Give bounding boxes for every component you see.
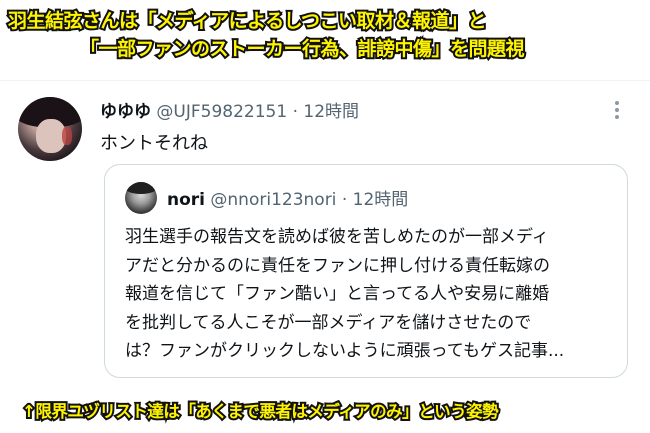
tweet-header: ゆゆゆ @UJF59822151 · 12時間: [100, 97, 359, 122]
quote-text-line: 報道を信じて「ファン酷い」と言ってる人や安易に離婚: [125, 284, 550, 304]
quote-text-line: アだと分かるのに責任をファンに押し付ける責任転嫁の: [125, 255, 550, 276]
quote-user-handle[interactable]: @nnori123nori: [210, 190, 336, 210]
quote-text-line: を批判してる人こそが一部メディアを儲けさせたので: [125, 312, 532, 333]
user-avatar[interactable]: [18, 97, 82, 161]
quote-tweet-card[interactable]: nori @nnori123nori · 12時間 羽生選手の報告文を読めば彼を…: [104, 164, 628, 378]
tweet-text: ホントそれね: [100, 133, 208, 154]
quote-text-line: 羽生選手の報告文を読めば彼を苦しめたのが一部メディ: [125, 227, 549, 247]
quote-text-line: は？ファンがクリックしないように頑張ってもゲス記事...: [125, 341, 565, 361]
more-vertical-icon[interactable]: [610, 99, 624, 121]
bottom-caption: ↑限界ユヅリスト達は「あくまで悪者はメディアのみ」という姿勢: [20, 400, 501, 423]
quote-header: nori @nnori123nori · 12時間: [167, 185, 408, 210]
avatar-accent-shape: [62, 127, 72, 145]
separator-dot: ·: [341, 190, 348, 210]
separator-dot: ·: [292, 102, 298, 122]
headline-caption-line-2: 「一部ファンのストーカー行為、誹謗中傷」を問題視: [78, 36, 527, 62]
avatar-hair-shape: [125, 182, 157, 194]
quote-user-avatar[interactable]: [125, 182, 157, 214]
tweet-timestamp[interactable]: 12時間: [303, 102, 359, 122]
quote-text: 羽生選手の報告文を読めば彼を苦しめたのが一部メディ アだと分かるのに責任をファン…: [125, 223, 617, 366]
user-handle[interactable]: @UJF59822151: [156, 102, 287, 122]
headline-caption-line-1: 羽生結弦さんは「メディアによるしつこい取材＆報道」と: [6, 8, 488, 34]
quote-display-name[interactable]: nori: [167, 190, 205, 210]
display-name[interactable]: ゆゆゆ: [100, 102, 151, 122]
tweet[interactable]: ゆゆゆ @UJF59822151 · 12時間 ホントそれね nori @nno…: [0, 80, 650, 391]
quote-timestamp[interactable]: 12時間: [353, 190, 409, 210]
